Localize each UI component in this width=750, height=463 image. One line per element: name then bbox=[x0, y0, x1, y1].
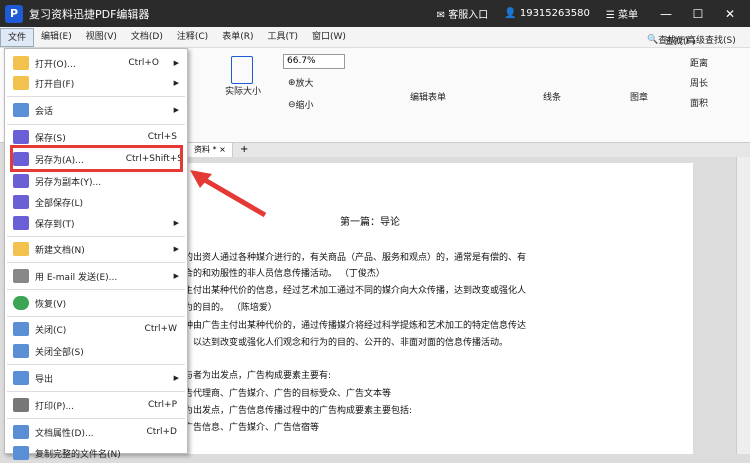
doc-line: 为出发点，广告信息传播过程中的广告构成要素主要包括: bbox=[184, 406, 413, 416]
doc-line: 告代理商、广告媒介、广告的目标受众、广告文本等 bbox=[184, 389, 392, 399]
vertical-scrollbar[interactable] bbox=[736, 157, 750, 454]
edit-form-button[interactable]: 编辑表单 bbox=[410, 90, 446, 103]
area-button[interactable]: 面积 bbox=[690, 96, 708, 109]
menu-edit[interactable]: 编辑(E) bbox=[34, 28, 79, 47]
file-menu-item-copy-filename[interactable]: 复制完整的文件名(N) bbox=[5, 443, 187, 463]
menu-form[interactable]: 表单(R) bbox=[215, 28, 260, 47]
new-document-icon bbox=[13, 242, 29, 256]
maximize-button[interactable]: ☐ bbox=[686, 7, 710, 21]
line-tool-button[interactable]: 线条 bbox=[543, 90, 561, 103]
file-menu-item-save[interactable]: 保存(S) Ctrl+S bbox=[5, 127, 187, 147]
copy-filename-icon bbox=[13, 446, 29, 460]
doc-line: 主付出某种代价的信息，经过艺术加工通过不同的媒介向大众传播，达到改变或强化人 bbox=[184, 286, 527, 296]
zoom-in-icon: ⊕ bbox=[288, 77, 296, 88]
menu-tools[interactable]: 工具(T) bbox=[260, 28, 305, 47]
doc-line: 合的和劝服性的非人员信息传播活动。 （丁俊杰） bbox=[184, 269, 385, 279]
app-logo-icon: P bbox=[5, 4, 23, 23]
customer-service-link[interactable]: ✉ 客服入口 bbox=[437, 6, 497, 21]
print-icon bbox=[13, 398, 29, 412]
restore-icon bbox=[13, 296, 29, 310]
zoom-in-button[interactable]: ⊕ 放大 bbox=[288, 76, 314, 90]
find-button-top[interactable]: 🔍 查找(F) bbox=[647, 33, 688, 47]
file-menu-item-email[interactable]: 用 E-mail 发送(E)... ▶ bbox=[5, 266, 187, 286]
file-menu-item-export[interactable]: 导出 ▶ bbox=[5, 368, 187, 388]
zoom-out-icon: ⊖ bbox=[288, 99, 296, 110]
perimeter-button[interactable]: 周长 bbox=[690, 76, 708, 89]
red-annotation-arrow bbox=[190, 170, 267, 218]
export-icon bbox=[13, 371, 29, 385]
file-menu-item-open-from[interactable]: 打开自(F) ▶ bbox=[5, 73, 187, 93]
advanced-find-button[interactable]: 高级查找(S) bbox=[687, 33, 736, 46]
file-menu-item-restore[interactable]: 恢复(V) bbox=[5, 293, 187, 313]
menu-comment[interactable]: 注释(C) bbox=[170, 28, 215, 47]
menu-document[interactable]: 文档(D) bbox=[124, 28, 170, 47]
file-menu-item-session[interactable]: 会话 ▶ bbox=[5, 100, 187, 120]
properties-icon bbox=[13, 425, 29, 439]
doc-line: 与者为出发点，广告构成要素主要有: bbox=[184, 371, 332, 381]
zoom-out-button[interactable]: ⊖ 缩小 bbox=[288, 98, 314, 112]
open-folder-icon bbox=[13, 56, 29, 70]
tab-close-icon[interactable]: × bbox=[219, 145, 226, 154]
open-from-icon bbox=[13, 76, 29, 90]
add-tab-button[interactable]: + bbox=[240, 143, 248, 157]
zoom-select[interactable]: 66.7% bbox=[283, 54, 345, 69]
file-menu-item-save-all[interactable]: 全部保存(L) bbox=[5, 192, 187, 212]
menu-bar: 文件 编辑(E) 视图(V) 文档(D) 注释(C) 表单(R) 工具(T) 窗… bbox=[0, 27, 750, 48]
find-icon: 🔍 bbox=[647, 34, 659, 45]
close-all-icon bbox=[13, 344, 29, 358]
file-menu-item-save-to[interactable]: 保存到(T) ▶ bbox=[5, 213, 187, 233]
file-menu-dropdown: 打开(O)... Ctrl+O ▶ 打开自(F) ▶ 会话 ▶ 保存(S) Ctrl+S … bbox=[4, 48, 188, 460]
distance-button[interactable]: 距离 bbox=[690, 56, 708, 69]
minimize-button[interactable]: — bbox=[654, 7, 678, 21]
doc-line: 的出资人通过各种媒介进行的，有关商品（产品、服务和观点）的，通常是有偿的、有 bbox=[184, 253, 527, 263]
file-menu-item-print[interactable]: 打印(P)... Ctrl+P bbox=[5, 395, 187, 415]
file-menu-item-save-copy[interactable]: 另存为副本(Y)... bbox=[5, 171, 187, 191]
doc-line: 种由广告主付出某种代价的，通过传播媒介将经过科学提炼和艺术加工的特定信息传达 bbox=[184, 321, 527, 331]
menu-file[interactable]: 文件 bbox=[0, 27, 35, 47]
stamp-button[interactable]: 图章 bbox=[630, 90, 648, 103]
file-menu-item-new[interactable]: 新建文档(N) ▶ bbox=[5, 239, 187, 259]
doc-line: ，以达到改变或强化人们观念和行为的目的、公开的、非面对面的信息传播活动。 bbox=[184, 338, 509, 348]
close-doc-icon bbox=[13, 322, 29, 336]
document-tab-bar: 资料 * × + bbox=[188, 143, 750, 157]
save-to-icon bbox=[13, 216, 29, 230]
file-menu-item-properties[interactable]: 文档属性(D)... Ctrl+D bbox=[5, 422, 187, 442]
menu-view[interactable]: 视图(V) bbox=[79, 28, 124, 47]
menu-window[interactable]: 窗口(W) bbox=[305, 28, 353, 47]
save-all-icon bbox=[13, 195, 29, 209]
menu-button[interactable]: ☰ 菜单 bbox=[606, 6, 646, 21]
doc-line: 广告信息、广告媒介、广告信宿等 bbox=[184, 423, 320, 433]
save-copy-icon bbox=[13, 174, 29, 188]
save-as-highlight-box bbox=[10, 145, 183, 172]
actual-size-button[interactable]: 实际大小 bbox=[225, 56, 261, 97]
file-menu-item-open[interactable]: 打开(O)... Ctrl+O ▶ bbox=[5, 53, 187, 73]
close-window-button[interactable]: ✕ bbox=[718, 7, 742, 21]
title-bar: P 复习资料迅捷PDF编辑器 ✉ 客服入口 👤 19315263580 ☰ 菜单… bbox=[0, 0, 750, 27]
save-icon bbox=[13, 130, 29, 144]
email-icon bbox=[13, 269, 29, 283]
session-icon bbox=[13, 103, 29, 117]
tab-document[interactable]: 资料 * × bbox=[188, 143, 233, 157]
user-account[interactable]: 👤 19315263580 bbox=[504, 8, 598, 19]
document-title: 第一篇：导论 bbox=[340, 217, 400, 228]
doc-line: 为的目的。 （陈培爱） bbox=[184, 303, 277, 313]
file-menu-item-close[interactable]: 关闭(C) Ctrl+W bbox=[5, 319, 187, 339]
file-menu-item-close-all[interactable]: 关闭全部(S) bbox=[5, 341, 187, 361]
app-title: 复习资料迅捷PDF编辑器 bbox=[29, 7, 150, 21]
actual-size-icon bbox=[230, 56, 253, 84]
